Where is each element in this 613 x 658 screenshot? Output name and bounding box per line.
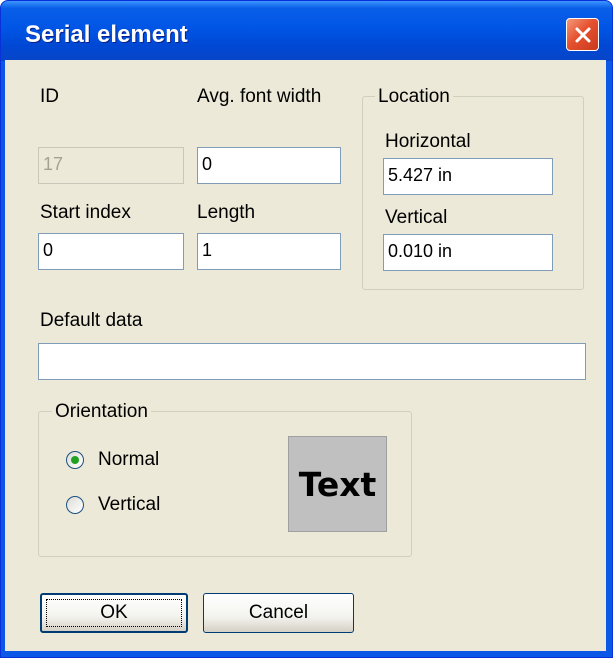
length-field[interactable]: 1 <box>197 233 341 270</box>
location-legend: Location <box>375 86 453 108</box>
orientation-preview: Text <box>288 436 387 532</box>
cancel-button[interactable]: Cancel <box>203 593 354 633</box>
id-label: ID <box>40 86 59 107</box>
id-field: 17 <box>38 147 184 184</box>
ok-button[interactable]: OK <box>40 593 188 633</box>
orientation-vertical-radio[interactable] <box>66 496 84 514</box>
focus-rectangle <box>46 599 182 627</box>
default-data-field[interactable] <box>38 343 586 380</box>
start-index-field[interactable]: 0 <box>38 233 184 270</box>
avg-font-width-field[interactable]: 0 <box>197 147 341 184</box>
cancel-button-label: Cancel <box>248 602 309 623</box>
radio-selected-dot <box>71 456 79 464</box>
horizontal-field[interactable]: 5.427 in <box>383 158 553 195</box>
vertical-field[interactable]: 0.010 in <box>383 234 553 271</box>
close-button[interactable] <box>566 18 599 51</box>
avg-font-width-label: Avg. font width <box>197 86 322 107</box>
window-frame-bottom <box>1 652 612 657</box>
orientation-legend: Orientation <box>52 401 151 423</box>
title-bar[interactable]: Serial element <box>1 1 612 61</box>
default-data-label: Default data <box>40 310 143 331</box>
orientation-normal-radio[interactable] <box>66 451 84 469</box>
vertical-label: Vertical <box>385 207 448 228</box>
length-label: Length <box>197 202 256 223</box>
orientation-normal-label[interactable]: Normal <box>98 449 159 471</box>
start-index-label: Start index <box>40 202 131 223</box>
orientation-vertical-label[interactable]: Vertical <box>98 494 160 516</box>
close-icon <box>575 27 590 42</box>
window-title: Serial element <box>25 21 188 48</box>
window-frame-right <box>607 61 612 657</box>
horizontal-label: Horizontal <box>385 131 471 152</box>
